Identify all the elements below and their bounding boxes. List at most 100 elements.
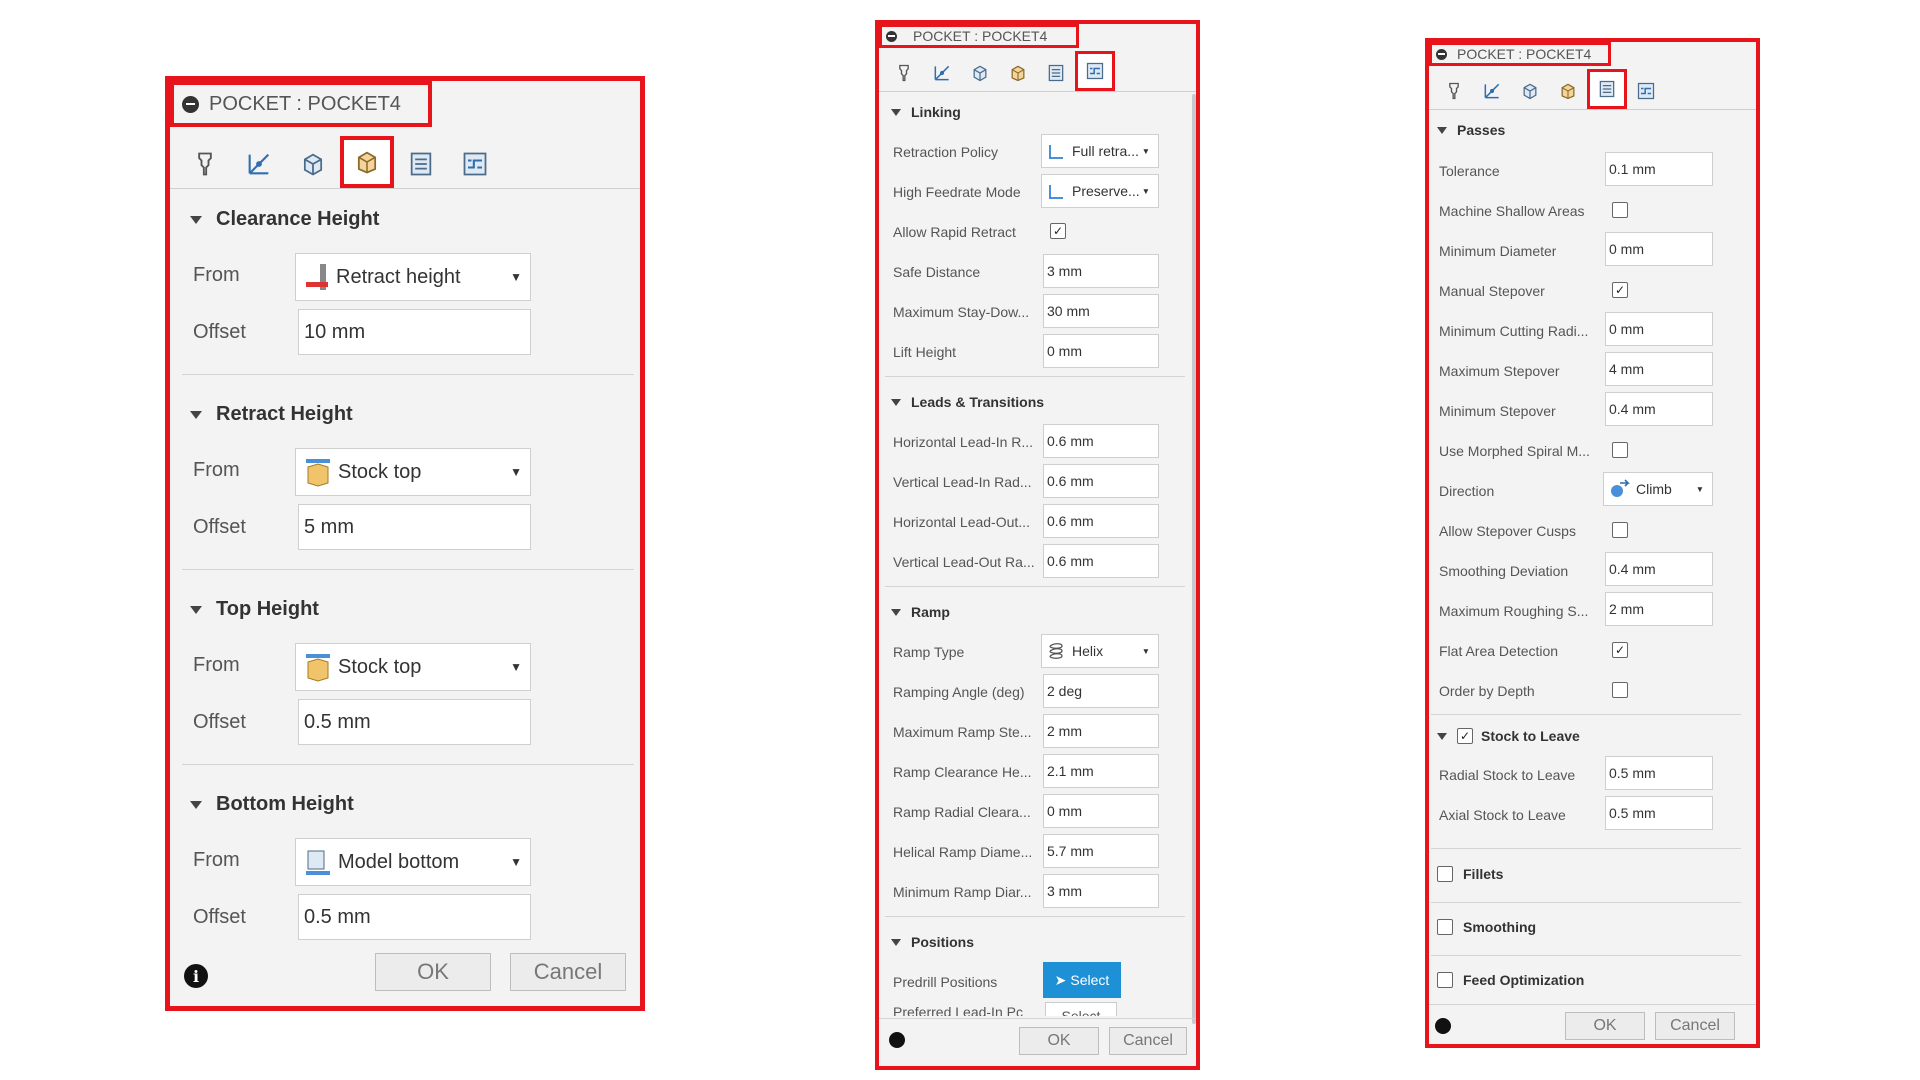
- leads-row-input[interactable]: 0.6 mm: [1043, 464, 1159, 498]
- order-by-depth-checkbox[interactable]: [1612, 682, 1628, 698]
- smoothing-deviation-input[interactable]: 0.4 mm: [1605, 552, 1713, 586]
- tolerance-input[interactable]: 0.1 mm: [1605, 152, 1713, 186]
- order-by-depth-label: Order by Depth: [1439, 683, 1535, 699]
- info-icon[interactable]: [889, 1032, 905, 1048]
- collapse-icon[interactable]: [1436, 48, 1447, 60]
- section-header-stock-to-leave[interactable]: Stock to Leave: [1437, 728, 1580, 744]
- tab-linking[interactable]: [1075, 51, 1115, 91]
- high-feedrate-dropdown[interactable]: Preserve...: [1041, 174, 1159, 208]
- fillets-checkbox[interactable]: [1437, 866, 1453, 882]
- tab-linking[interactable]: [448, 140, 502, 188]
- preferred-select-button[interactable]: Select: [1045, 1002, 1117, 1016]
- tab-heights[interactable]: [340, 136, 394, 188]
- preferred-row-clip: Preferred Lead-In Pc Select: [879, 1002, 1189, 1016]
- passes-icon: [407, 150, 435, 178]
- ok-button[interactable]: OK: [1565, 1012, 1645, 1040]
- section-header-passes[interactable]: Passes: [1437, 122, 1505, 138]
- min-diameter-input[interactable]: 0 mm: [1605, 232, 1713, 266]
- section-header[interactable]: Bottom Height: [190, 793, 354, 816]
- section-header-feed-optimization[interactable]: Feed Optimization: [1437, 972, 1584, 988]
- morphed-spiral-checkbox[interactable]: [1612, 442, 1628, 458]
- ramp-row-input[interactable]: 0 mm: [1043, 794, 1159, 828]
- ramp-row-input[interactable]: 2 mm: [1043, 714, 1159, 748]
- tool-icon: [894, 63, 914, 83]
- scrollbar[interactable]: [1192, 94, 1196, 1024]
- section-header-linking[interactable]: Linking: [891, 104, 961, 120]
- max-stay-down-input[interactable]: 30 mm: [1043, 294, 1159, 328]
- tab-heights[interactable]: [999, 55, 1037, 91]
- allow-cusps-checkbox[interactable]: [1612, 522, 1628, 538]
- tab-passes[interactable]: [1037, 55, 1075, 91]
- tab-linking[interactable]: [1627, 73, 1665, 109]
- machine-shallow-label: Machine Shallow Areas: [1439, 203, 1585, 219]
- tab-stock[interactable]: [1511, 73, 1549, 109]
- tab-tool[interactable]: [1435, 73, 1473, 109]
- stock-to-leave-checkbox[interactable]: [1457, 728, 1473, 744]
- offset-input[interactable]: 5 mm: [298, 504, 531, 550]
- ramp-row-input[interactable]: 3 mm: [1043, 874, 1159, 908]
- tab-geometry[interactable]: [923, 55, 961, 91]
- ok-button[interactable]: OK: [375, 953, 491, 991]
- machine-shallow-checkbox[interactable]: [1612, 202, 1628, 218]
- tab-tool[interactable]: [885, 55, 923, 91]
- from-dropdown[interactable]: Stock top: [295, 448, 531, 496]
- smoothing-checkbox[interactable]: [1437, 919, 1453, 935]
- axial-stock-input[interactable]: 0.5 mm: [1605, 796, 1713, 830]
- offset-input[interactable]: 0.5 mm: [298, 894, 531, 940]
- section-header-positions[interactable]: Positions: [891, 934, 974, 950]
- dialog-title-bar: POCKET : POCKET4: [170, 81, 432, 127]
- predrill-select-button[interactable]: ➤ Select: [1043, 962, 1121, 998]
- ok-button[interactable]: OK: [1019, 1027, 1099, 1055]
- ramp-type-dropdown[interactable]: Helix: [1041, 634, 1159, 668]
- section-header-ramp[interactable]: Ramp: [891, 604, 950, 620]
- tab-tool[interactable]: [178, 140, 232, 188]
- collapse-icon[interactable]: [886, 30, 897, 42]
- allow-rapid-retract-checkbox[interactable]: [1050, 223, 1066, 239]
- leads-row-input[interactable]: 0.6 mm: [1043, 504, 1159, 538]
- tab-geometry[interactable]: [1473, 73, 1511, 109]
- collapse-triangle-icon: [1437, 126, 1447, 134]
- section-header-fillets[interactable]: Fillets: [1437, 866, 1503, 882]
- min-cutting-radius-input[interactable]: 0 mm: [1605, 312, 1713, 346]
- tab-geometry[interactable]: [232, 140, 286, 188]
- tab-stock[interactable]: [286, 140, 340, 188]
- radial-stock-input[interactable]: 0.5 mm: [1605, 756, 1713, 790]
- section-header[interactable]: Top Height: [190, 598, 319, 621]
- manual-stepover-checkbox[interactable]: [1612, 282, 1628, 298]
- max-stepover-input[interactable]: 4 mm: [1605, 352, 1713, 386]
- from-dropdown[interactable]: Retract height: [295, 253, 531, 301]
- ramp-row-input[interactable]: 2 deg: [1043, 674, 1159, 708]
- feed-optimization-checkbox[interactable]: [1437, 972, 1453, 988]
- from-dropdown[interactable]: Model bottom: [295, 838, 531, 886]
- from-dropdown[interactable]: Stock top: [295, 643, 531, 691]
- offset-input[interactable]: 10 mm: [298, 309, 531, 355]
- cursor-icon: ➤: [1054, 971, 1067, 988]
- tab-stock[interactable]: [961, 55, 999, 91]
- safe-distance-input[interactable]: 3 mm: [1043, 254, 1159, 288]
- cancel-button[interactable]: Cancel: [1109, 1027, 1187, 1055]
- section-header-leads[interactable]: Leads & Transitions: [891, 394, 1044, 410]
- info-icon[interactable]: i: [184, 964, 208, 988]
- flat-area-checkbox[interactable]: [1612, 642, 1628, 658]
- retraction-policy-dropdown[interactable]: Full retra...: [1041, 134, 1159, 168]
- cancel-button[interactable]: Cancel: [1655, 1012, 1735, 1040]
- section-header[interactable]: Retract Height: [190, 403, 353, 426]
- offset-input[interactable]: 0.5 mm: [298, 699, 531, 745]
- section-header[interactable]: Clearance Height: [190, 208, 379, 231]
- section-header-smoothing[interactable]: Smoothing: [1437, 919, 1536, 935]
- collapse-icon[interactable]: [182, 95, 199, 113]
- min-stepover-input[interactable]: 0.4 mm: [1605, 392, 1713, 426]
- cancel-button[interactable]: Cancel: [510, 953, 626, 991]
- lift-height-input[interactable]: 0 mm: [1043, 334, 1159, 368]
- tab-passes[interactable]: [1587, 69, 1627, 109]
- direction-dropdown[interactable]: Climb: [1603, 472, 1713, 506]
- tab-passes[interactable]: [394, 140, 448, 188]
- leads-row-input[interactable]: 0.6 mm: [1043, 424, 1159, 458]
- ramp-row-input[interactable]: 2.1 mm: [1043, 754, 1159, 788]
- max-roughing-input[interactable]: 2 mm: [1605, 592, 1713, 626]
- leads-row-input[interactable]: 0.6 mm: [1043, 544, 1159, 578]
- from-label: From: [193, 459, 240, 481]
- tab-heights[interactable]: [1549, 73, 1587, 109]
- ramp-row-input[interactable]: 5.7 mm: [1043, 834, 1159, 868]
- info-icon[interactable]: [1435, 1018, 1451, 1034]
